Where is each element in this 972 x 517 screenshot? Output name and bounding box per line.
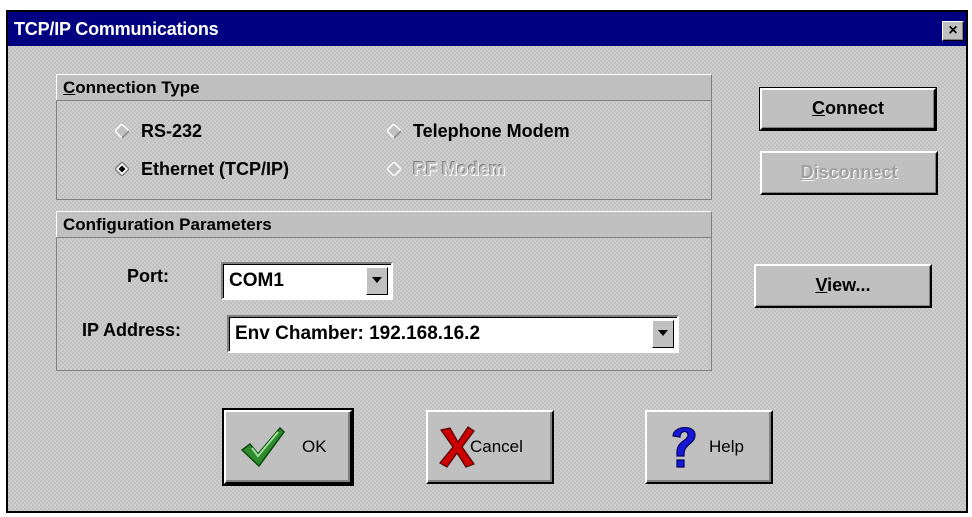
question-icon (672, 427, 696, 468)
connect-button[interactable]: Connect (759, 87, 937, 131)
ip-address-select[interactable]: Env Chamber: 192.168.16.2 (227, 315, 679, 353)
connection-type-accel: C (63, 78, 76, 97)
radio-rs232[interactable]: RS-232 (115, 121, 202, 142)
ok-button[interactable]: OK (222, 408, 354, 486)
chevron-down-icon[interactable] (652, 320, 674, 348)
title-bar[interactable]: TCP/IP Communications × (8, 12, 966, 46)
radio-rf-modem-label: RF Modem (413, 159, 505, 179)
chevron-down-icon[interactable] (366, 267, 388, 295)
radio-rs232-label: RS-232 (141, 121, 203, 141)
ip-address-value: Env Chamber: 192.168.16.2 (235, 323, 481, 344)
cancel-button[interactable]: Cancel (426, 410, 554, 484)
checkmark-icon (240, 426, 285, 468)
connection-type-group: RS-232 Telephone Modem Ethernet (TCP/IP)… (56, 100, 712, 200)
config-title: Configuration Parameters (63, 215, 272, 234)
disconnect-label: isconnect (813, 162, 898, 182)
port-select[interactable]: COM1 (221, 262, 393, 300)
close-icon: × (948, 22, 958, 39)
port-value: COM1 (229, 270, 284, 291)
radio-diamond-icon (387, 162, 401, 176)
view-label: iew... (827, 275, 871, 295)
port-label: Port: (127, 266, 169, 286)
ip-address-label: IP Address: (82, 320, 182, 340)
connection-type-header: Connection Type (56, 74, 712, 101)
window-title: TCP/IP Communications (14, 19, 219, 39)
help-button[interactable]: Help (645, 410, 773, 484)
config-header: Configuration Parameters (56, 211, 712, 238)
radio-telephone-modem-label: Telephone Modem (413, 121, 570, 141)
disconnect-button: Disconnect (760, 151, 938, 195)
radio-telephone-modem[interactable]: Telephone Modem (387, 121, 570, 142)
radio-diamond-icon (387, 124, 401, 138)
radio-rf-modem: RF Modem (387, 159, 505, 180)
tcpip-dialog: TCP/IP Communications × Connection Type … (6, 10, 968, 513)
close-button[interactable]: × (942, 21, 964, 41)
cancel-label: Cancel (470, 437, 523, 456)
help-label: Help (709, 437, 744, 456)
radio-diamond-icon (115, 124, 129, 138)
view-button[interactable]: View... (754, 264, 932, 308)
radio-ethernet[interactable]: Ethernet (TCP/IP) (115, 159, 289, 180)
connection-type-title: onnection Type (75, 78, 200, 97)
ok-label: OK (302, 437, 327, 456)
radio-ethernet-label: Ethernet (TCP/IP) (141, 159, 290, 179)
config-group: Port: COM1 IP Address: Env Chamber: 192.… (56, 237, 712, 371)
radio-diamond-selected-icon (115, 162, 129, 176)
connect-label: onnect (824, 98, 884, 118)
